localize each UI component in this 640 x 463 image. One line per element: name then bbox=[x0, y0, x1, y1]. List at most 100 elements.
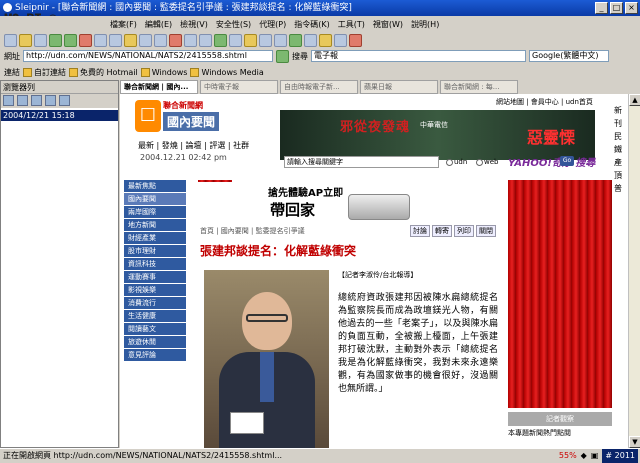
address-bar: 網址 http://udn.com/NEWS/NATIONAL/NATS2/24… bbox=[0, 48, 640, 64]
history-item[interactable]: 2004/12/21 15:18 bbox=[1, 110, 118, 121]
article-photo bbox=[204, 270, 329, 448]
script-icon[interactable] bbox=[319, 33, 332, 47]
tile-icon[interactable] bbox=[184, 33, 197, 47]
side-box-link[interactable]: 本專題新聞熱門點閱 bbox=[508, 428, 612, 438]
section-nav-item[interactable]: 運動賽事 bbox=[124, 271, 186, 283]
curtain-right bbox=[508, 180, 612, 408]
banner-ad[interactable]: 邪從夜發魂 中華電信 惡靈慄 bbox=[280, 110, 595, 160]
page-icon bbox=[23, 67, 32, 77]
back-icon[interactable] bbox=[49, 33, 62, 47]
block-icon[interactable] bbox=[349, 33, 362, 47]
ad-line-2: 帶回家 bbox=[270, 201, 316, 219]
site-search-input[interactable]: 請輸入搜尋關鍵字 bbox=[284, 156, 439, 168]
breadcrumb[interactable]: 首頁 | 國內要聞 | 監委提名引爭議 bbox=[200, 226, 305, 236]
new-icon[interactable] bbox=[4, 33, 17, 47]
section-nav-item[interactable]: 兩岸國際 bbox=[124, 206, 186, 218]
refresh-icon[interactable] bbox=[94, 33, 107, 47]
right-column-teasers: 新 刊 民 鐵 產 頂 普 bbox=[614, 106, 622, 193]
section-nav-item[interactable]: 最新焦點 bbox=[124, 180, 186, 192]
radio-udn[interactable]: udn bbox=[446, 158, 467, 166]
load-progress: 55% bbox=[558, 451, 577, 460]
zoom-icon[interactable] bbox=[229, 33, 242, 47]
link-windows[interactable]: Windows bbox=[140, 67, 187, 77]
site-logo[interactable]: ☐ 聯合新聞網 國內要聞 bbox=[135, 100, 235, 134]
maximize-button[interactable]: □ bbox=[610, 2, 623, 14]
print-icon[interactable] bbox=[154, 33, 167, 47]
history-icon[interactable] bbox=[139, 33, 152, 47]
radio-web[interactable]: web bbox=[476, 158, 498, 166]
router-image bbox=[348, 194, 410, 220]
menu-view[interactable]: 檢視(V) bbox=[180, 19, 208, 30]
close-article-button[interactable]: 關閉 bbox=[476, 225, 496, 237]
tab-udn-national[interactable]: 聯合新聞網 | 國內... bbox=[120, 80, 198, 94]
tab-chinatimes[interactable]: 中時電子報 bbox=[200, 80, 278, 94]
open-folder-icon[interactable] bbox=[19, 33, 32, 47]
image-icon[interactable] bbox=[334, 33, 347, 47]
search-icon[interactable] bbox=[214, 33, 227, 47]
web-page-viewport[interactable]: ☐ 聯合新聞網 國內要聞 網站地圖 | 會員中心 | udn首頁 最新 | 發燒… bbox=[120, 94, 628, 448]
scroll-up-icon[interactable]: ▲ bbox=[629, 94, 640, 106]
print-button[interactable]: 列印 bbox=[454, 225, 474, 237]
section-nav-item[interactable]: 資訊科技 bbox=[124, 258, 186, 270]
minimize-button[interactable]: _ bbox=[595, 2, 608, 14]
forward-button[interactable]: 轉寄 bbox=[432, 225, 452, 237]
top-links[interactable]: 網站地圖 | 會員中心 | udn首頁 bbox=[496, 97, 593, 107]
menu-edit[interactable]: 編輯(E) bbox=[145, 19, 172, 30]
menu-help[interactable]: 說明(H) bbox=[411, 19, 439, 30]
tab-appledaily[interactable]: 蘋果日報 bbox=[360, 80, 438, 94]
url-field[interactable]: http://udn.com/NEWS/NATIONAL/NATS2/24155… bbox=[23, 50, 273, 62]
favorites-icon[interactable] bbox=[124, 33, 137, 47]
forward-icon[interactable] bbox=[64, 33, 77, 47]
search-input[interactable]: 電子報 bbox=[311, 50, 526, 62]
section-nav-item[interactable]: 財經產業 bbox=[124, 232, 186, 244]
history-icon[interactable] bbox=[31, 95, 42, 106]
tab-libertytimes[interactable]: 自由時報電子新... bbox=[280, 80, 358, 94]
section-nav-item[interactable]: 閱讀藝文 bbox=[124, 323, 186, 335]
folder-icon[interactable] bbox=[17, 95, 28, 106]
udn-logo-icon: ☐ bbox=[135, 100, 161, 132]
section-nav-item[interactable]: 影視娛樂 bbox=[124, 284, 186, 296]
search-engine-select[interactable]: Google(繁體中文) bbox=[529, 50, 609, 62]
go-icon[interactable] bbox=[276, 49, 289, 63]
settings-icon[interactable] bbox=[259, 33, 272, 47]
search-icon[interactable] bbox=[45, 95, 56, 106]
vertical-scrollbar[interactable]: ▲ ▼ bbox=[628, 94, 640, 448]
section-nav-item[interactable]: 意見評論 bbox=[124, 349, 186, 361]
cascade-icon[interactable] bbox=[199, 33, 212, 47]
gesture-icon[interactable] bbox=[289, 33, 302, 47]
section-nav-item[interactable]: 地方新聞 bbox=[124, 219, 186, 231]
save-icon[interactable] bbox=[34, 33, 47, 47]
home-icon[interactable] bbox=[109, 33, 122, 47]
close-button[interactable]: × bbox=[625, 2, 638, 14]
discuss-button[interactable]: 討論 bbox=[410, 225, 430, 237]
stop-icon[interactable] bbox=[79, 33, 92, 47]
menu-file[interactable]: 檔案(F) bbox=[110, 19, 137, 30]
logo-section-name: 國內要聞 bbox=[163, 112, 220, 131]
menu-script[interactable]: 指令碼(K) bbox=[294, 19, 330, 30]
close-tab-icon[interactable] bbox=[169, 33, 182, 47]
popup-block-icon[interactable] bbox=[304, 33, 317, 47]
link-hotmail[interactable]: 免費的 Hotmail bbox=[69, 67, 138, 78]
site-nav[interactable]: 最新 | 發燒 | 論壇 | 評選 | 社群 bbox=[138, 140, 249, 151]
menu-proxy[interactable]: 代理(P) bbox=[259, 19, 286, 30]
menu-window[interactable]: 視窗(W) bbox=[373, 19, 403, 30]
scroll-down-icon[interactable]: ▼ bbox=[629, 436, 640, 448]
refresh-icon[interactable] bbox=[59, 95, 70, 106]
link-windows-media[interactable]: Windows Media bbox=[190, 67, 264, 77]
menu-tools[interactable]: 工具(T) bbox=[338, 19, 365, 30]
section-nav-item[interactable]: 旅遊休閒 bbox=[124, 336, 186, 348]
section-nav-item[interactable]: 消費流行 bbox=[124, 297, 186, 309]
site-search-go-button[interactable]: Go bbox=[560, 156, 574, 166]
section-nav-item[interactable]: 股市理財 bbox=[124, 245, 186, 257]
section-nav-item[interactable]: 國內要聞 bbox=[124, 193, 186, 205]
side-box-title: 記者觀察 bbox=[508, 412, 612, 426]
link-custom[interactable]: 自訂連結 bbox=[23, 67, 66, 78]
router-ad[interactable]: 搶先體驗AP立即 帶回家 bbox=[198, 182, 416, 232]
grid-icon[interactable] bbox=[274, 33, 287, 47]
section-nav-item[interactable]: 生活健康 bbox=[124, 310, 186, 322]
tab-udn-daily[interactable]: 聯合新聞網 : 每... bbox=[440, 80, 518, 94]
mail-icon[interactable] bbox=[244, 33, 257, 47]
star-icon[interactable] bbox=[3, 95, 14, 106]
menu-security[interactable]: 安全性(S) bbox=[216, 19, 251, 30]
popup-icon[interactable]: ▣ bbox=[591, 449, 599, 463]
